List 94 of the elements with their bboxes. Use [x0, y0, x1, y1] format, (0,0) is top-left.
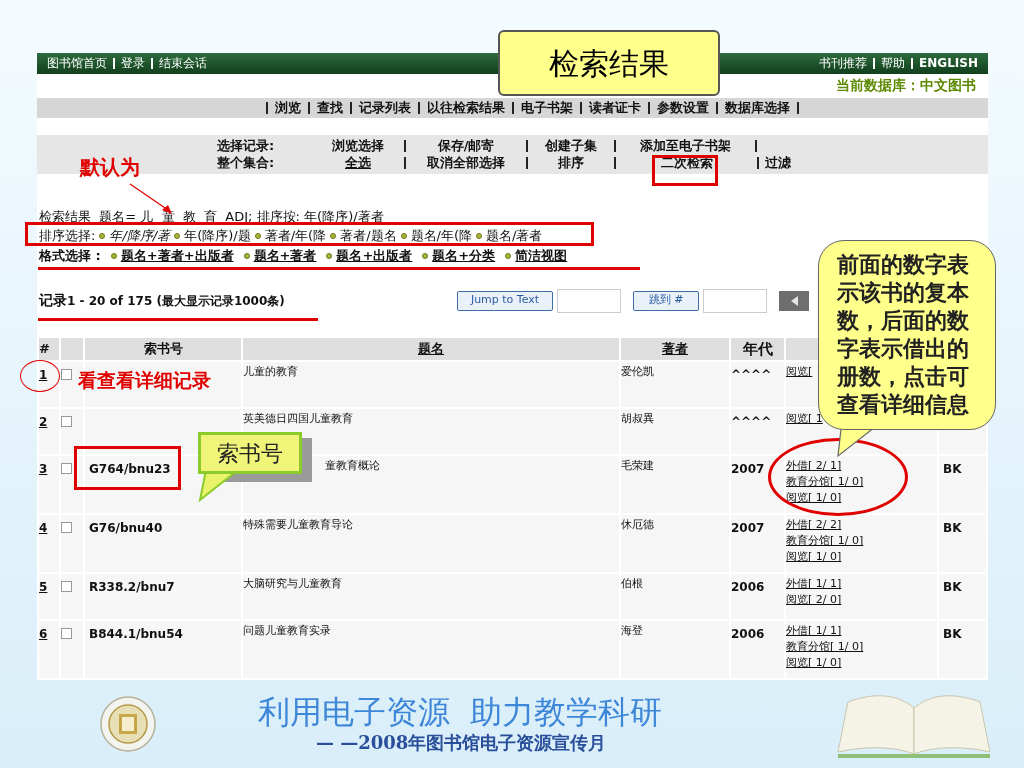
nav-link[interactable]: 以往检索结果 — [427, 97, 505, 118]
nav-link[interactable]: 查找 — [317, 97, 343, 118]
holdings-link[interactable]: 阅览[ 2/ 0] — [786, 592, 842, 608]
option-link[interactable]: 取消全部选择 — [406, 153, 526, 173]
table-cell: 伯根 — [621, 574, 729, 619]
sort-option[interactable]: 年/降序/著 — [109, 226, 171, 246]
option-link[interactable]: 过滤 — [759, 153, 817, 173]
table-cell: 问题儿童教育实录 — [243, 621, 619, 678]
nav-link[interactable]: 读者证卡 — [589, 97, 641, 118]
table-cell: 2006 — [731, 621, 784, 678]
table-cell: 儿童的教育 — [243, 362, 619, 407]
column-header[interactable]: 著者 — [621, 337, 729, 360]
table-cell: 特殊需要儿童教育导论 — [243, 515, 619, 572]
table-cell: B844.1/bnu54 — [85, 621, 241, 678]
table-cell: 胡叔異 — [621, 409, 729, 454]
holdings-link[interactable]: 阅览[ 1/ 0] — [786, 655, 842, 671]
format-option[interactable]: 简洁视图 — [515, 246, 568, 266]
holdings-link[interactable]: 教育分馆[ 1/ 0] — [786, 474, 864, 490]
holdings-link[interactable]: 阅览[ 1/ 0] — [786, 490, 842, 506]
column-header: # — [39, 337, 59, 360]
table-cell: BK — [939, 456, 986, 513]
sort-option[interactable]: 年(降序)/题 — [184, 226, 251, 246]
options-label: 整个集合: — [217, 154, 276, 173]
nav-link[interactable]: 参数设置 — [657, 97, 709, 118]
format-option[interactable]: 题名+出版者 — [336, 246, 413, 266]
table-cell: BK — [939, 515, 986, 572]
holdings-link[interactable]: 教育分馆[ 1/ 0] — [786, 533, 864, 549]
sort-option[interactable]: 题名/著者 — [486, 226, 543, 246]
format-label: 格式选择 : — [39, 247, 101, 266]
table-cell: 爱伦凯 — [621, 362, 729, 407]
format-option[interactable]: 题名+著者+出版者 — [120, 246, 234, 266]
sort-option[interactable]: 著者/题名 — [340, 226, 397, 246]
record-number-link[interactable]: 1 — [39, 368, 48, 382]
option-link[interactable]: 全选 — [312, 153, 404, 173]
sort-option[interactable]: 题名/年(降 — [410, 226, 472, 246]
records-range: 1 - 20 of 175 (最大显示记录1000条) — [67, 292, 286, 310]
top-link[interactable]: 结束会话 — [159, 54, 207, 73]
table-cell: 休厄德 — [621, 515, 729, 572]
annotation-note: 默认为 — [80, 154, 140, 181]
format-option[interactable]: 题名+著者 — [253, 246, 317, 266]
option-link[interactable]: 保存/邮寄 — [406, 136, 526, 156]
table-cell: BK — [939, 574, 986, 619]
top-link[interactable]: 书刊推荐 — [819, 54, 868, 73]
holdings-link[interactable]: 外借[ 2/ 1] — [786, 458, 842, 474]
top-link[interactable]: 登录 — [121, 54, 145, 73]
table-cell: 2006 — [731, 574, 784, 619]
annotation-note: 看查看详细记录 — [78, 368, 211, 393]
top-link[interactable]: ENGLISH — [919, 54, 978, 73]
title-callout: 检索结果 — [498, 30, 720, 96]
current-database: 当前数据库：中文图书 — [836, 76, 976, 96]
holdings-link[interactable]: 外借[ 2/ 2] — [786, 517, 842, 533]
banner-title: 利用电子资源 助力教学科研 — [258, 693, 663, 731]
jump-button[interactable]: Jump to Text — [457, 290, 553, 311]
table-cell: 大脑研究与儿童教育 — [243, 574, 619, 619]
option-link[interactable]: 添加至电子书架 — [616, 136, 755, 156]
record-number-link[interactable]: 5 — [39, 580, 48, 594]
column-header: 索书号 — [85, 337, 241, 360]
jump-button[interactable]: 跳到 # — [633, 290, 699, 311]
nav-link[interactable]: 数据库选择 — [725, 97, 790, 118]
option-link[interactable]: 排序 — [528, 153, 614, 173]
top-link[interactable]: 帮助 — [881, 54, 906, 73]
records-label: 记录 — [39, 291, 67, 311]
holdings-link[interactable]: 外借[ 1/ 1] — [786, 623, 842, 639]
table-cell: 2007 — [731, 456, 784, 513]
holdings-link[interactable]: 教育分馆[ 1/ 0] — [786, 639, 864, 655]
nav-link[interactable]: 电子书架 — [521, 97, 573, 118]
record-number-link[interactable]: 4 — [39, 521, 48, 535]
record-number-link[interactable]: 3 — [39, 462, 48, 476]
holdings-link[interactable]: 阅览[ — [786, 364, 813, 380]
sort-option[interactable]: 著者/年(降 — [264, 226, 327, 246]
column-header[interactable]: 题名 — [243, 337, 619, 360]
format-option[interactable]: 题名+分类 — [432, 246, 496, 266]
table-cell: G76/bnu40 — [85, 515, 241, 572]
record-number-link[interactable]: 6 — [39, 627, 48, 641]
holdings-link[interactable]: 外借[ 1/ 1] — [786, 576, 842, 592]
holdings-link[interactable]: 阅览[ 1/ 0] — [786, 549, 842, 565]
table-cell: ^^^^ — [731, 362, 784, 407]
table-cell: 毛荣建 — [621, 456, 729, 513]
table-cell: 海登 — [621, 621, 729, 678]
table-cell: R338.2/bnu7 — [85, 574, 241, 619]
banner-subtitle: — —2008年图书馆电子资源宣传月 — [316, 731, 608, 755]
record-number-link[interactable]: 2 — [39, 415, 48, 429]
table-cell: BK — [939, 621, 986, 678]
top-link[interactable]: 图书馆首页 — [47, 54, 107, 73]
table-cell: ^^^^ — [731, 409, 784, 454]
holdings-link[interactable]: 阅览[ 1 — [786, 411, 823, 427]
option-link[interactable]: 创建子集 — [528, 136, 614, 156]
nav-link[interactable]: 记录列表 — [359, 97, 411, 118]
nav-link[interactable]: 浏览 — [275, 97, 301, 118]
column-header: 年代 — [731, 337, 784, 360]
table-cell: 2007 — [731, 515, 784, 572]
options-label: 选择记录: — [217, 137, 276, 156]
sort-label: 排序选择: — [39, 227, 96, 246]
option-link[interactable]: 浏览选择 — [312, 136, 404, 156]
